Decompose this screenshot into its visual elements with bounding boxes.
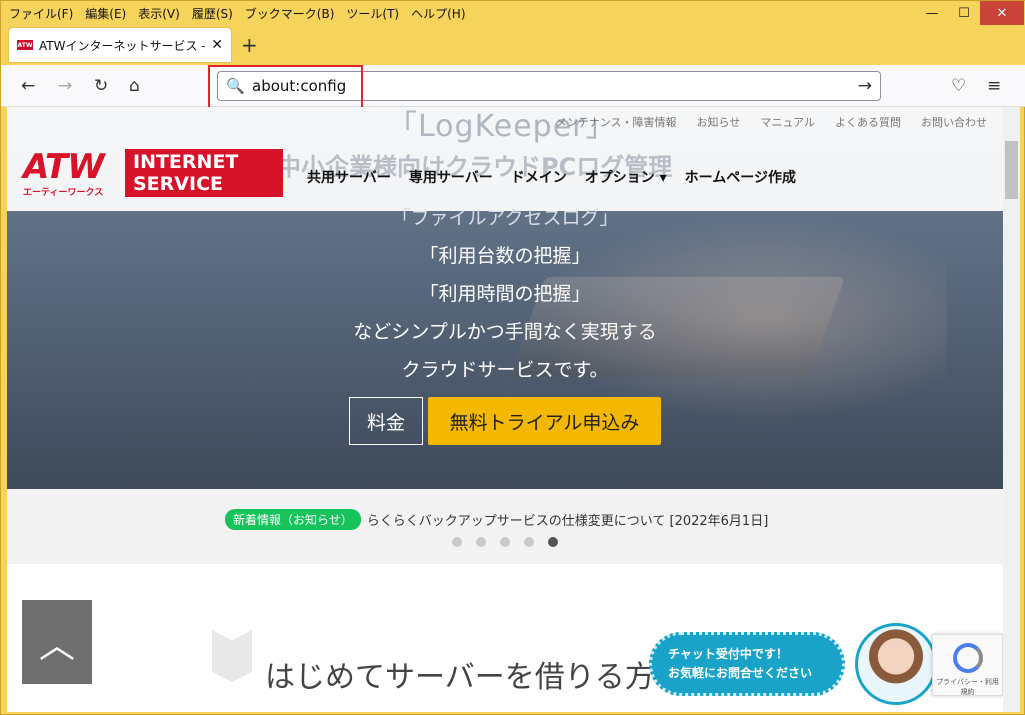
- tab-close-icon[interactable]: ✕: [211, 37, 223, 53]
- close-window-button[interactable]: ✕: [980, 1, 1024, 25]
- url-bar[interactable]: 🔍 about:config →: [217, 71, 881, 101]
- window-controls: — ☐ ✕: [916, 1, 1024, 25]
- minimize-button[interactable]: —: [916, 1, 948, 25]
- hero-line: 「利用台数の把握」: [419, 245, 591, 267]
- logo-internet-service: INTERNET SERVICE: [125, 149, 283, 197]
- browser-window: ファイル(F) 編集(E) 表示(V) 履歴(S) ブックマーク(B) ツール(…: [0, 0, 1025, 715]
- carousel-dot-active[interactable]: [548, 537, 558, 547]
- carousel-dots: [452, 537, 572, 547]
- forward-button[interactable]: →: [58, 76, 72, 96]
- hero-line: などシンプルかつ手間なく実現する: [353, 321, 657, 343]
- hero-text: 「ファイルアクセスログ」 「利用台数の把握」 「利用時間の把握」 などシンプルか…: [7, 199, 1003, 389]
- site-header: 「LogKeeper」 中小企業様向けクラウドPCログ管理 メンテナンス・障害情…: [7, 107, 1003, 211]
- main-nav: 共用サーバー 専用サーバー ドメイン オプション ▾ ホームページ作成: [307, 167, 814, 187]
- news-band: 新着情報（お知らせ） らくらくバックアップサービスの仕様変更について [2022…: [7, 489, 1003, 564]
- home-button[interactable]: ⌂: [129, 76, 140, 96]
- chat-operator-avatar[interactable]: [855, 623, 937, 705]
- new-tab-button[interactable]: +: [241, 33, 258, 57]
- beginner-mark-icon: [212, 630, 252, 682]
- news-badge: 新着情報（お知らせ）: [225, 509, 361, 530]
- nav-options[interactable]: オプション ▾: [585, 167, 667, 187]
- section-heading: はじめてサーバーを借りる方: [265, 660, 655, 695]
- hero-line: 「ファイルアクセスログ」: [391, 207, 619, 229]
- go-arrow-icon[interactable]: →: [858, 76, 872, 96]
- tab-title: ATWインターネットサービス – 会社: [39, 38, 205, 53]
- page-scrollbar[interactable]: [1003, 107, 1020, 712]
- chevron-up-icon: ︿: [38, 625, 75, 666]
- price-button[interactable]: 料金: [349, 397, 423, 445]
- hero-line: 「利用時間の把握」: [419, 283, 591, 305]
- news-link[interactable]: らくらくバックアップサービスの仕様変更について [2022年6月1日]: [367, 510, 769, 529]
- recaptcha-text: プライバシー・利用規約: [936, 678, 999, 696]
- site-favicon-icon: ATW: [17, 40, 33, 50]
- maximize-button[interactable]: ☐: [948, 1, 980, 25]
- scrollbar-thumb[interactable]: [1005, 141, 1018, 199]
- chat-line2: お気軽にお問合せください: [668, 666, 813, 680]
- menu-bookmarks[interactable]: ブックマーク(B): [245, 5, 335, 22]
- utility-links: メンテナンス・障害情報 お知らせ マニュアル よくある質問 お問い合わせ: [536, 114, 987, 130]
- chat-widget-bubble[interactable]: チャット受付中です！ お気軽にお問合せください: [649, 632, 845, 696]
- menu-help[interactable]: ヘルプ(H): [411, 5, 465, 22]
- app-menu-button[interactable]: ≡: [987, 76, 1001, 96]
- link-maintenance[interactable]: メンテナンス・障害情報: [556, 114, 677, 130]
- search-icon: 🔍: [226, 77, 245, 95]
- back-button[interactable]: ←: [21, 76, 35, 96]
- menu-history[interactable]: 履歴(S): [192, 5, 233, 22]
- nav-homepage[interactable]: ホームページ作成: [685, 167, 796, 187]
- news-row: 新着情報（お知らせ） らくらくバックアップサービスの仕様変更について [2022…: [225, 509, 768, 530]
- atw-logo[interactable]: ATW エーティーワークス INTERNET SERVICE: [23, 147, 283, 198]
- logo-atw-text: ATW: [23, 147, 105, 187]
- tab-strip: ATW ATWインターネットサービス – 会社 ✕ +: [1, 25, 1025, 65]
- recaptcha-icon: [952, 643, 983, 673]
- chat-line1: チャット受付中です！: [668, 647, 788, 661]
- nav-dedicated-server[interactable]: 専用サーバー: [409, 167, 493, 187]
- menu-edit[interactable]: 編集(E): [85, 5, 126, 22]
- lower-section: はじめてサーバーを借りる方: [7, 564, 1003, 712]
- logo-line1: INTERNET: [133, 151, 239, 173]
- menu-tools[interactable]: ツール(T): [346, 5, 399, 22]
- recaptcha-badge[interactable]: プライバシー・利用規約: [932, 634, 1003, 696]
- carousel-dot[interactable]: [524, 537, 534, 547]
- menu-bar: ファイル(F) 編集(E) 表示(V) 履歴(S) ブックマーク(B) ツール(…: [1, 1, 1025, 25]
- link-faq[interactable]: よくある質問: [835, 114, 901, 130]
- logo-atw-sub: エーティーワークス: [23, 188, 104, 198]
- nav-shared-server[interactable]: 共用サーバー: [307, 167, 391, 187]
- link-contact[interactable]: お問い合わせ: [921, 114, 987, 130]
- free-trial-button[interactable]: 無料トライアル申込み: [428, 397, 661, 445]
- carousel-dot[interactable]: [476, 537, 486, 547]
- tab-atw[interactable]: ATW ATWインターネットサービス – 会社 ✕: [9, 28, 231, 62]
- carousel-dot[interactable]: [500, 537, 510, 547]
- nav-toolbar: ← → ↻ ⌂ 🔍 about:config → ♡ ≡: [1, 65, 1025, 107]
- nav-domain[interactable]: ドメイン: [511, 167, 567, 187]
- logo-line2: SERVICE: [133, 173, 223, 195]
- hero-line: クラウドサービスです。: [401, 359, 609, 381]
- scroll-to-top-button[interactable]: ︿: [22, 600, 92, 684]
- link-manual[interactable]: マニュアル: [760, 114, 815, 130]
- hero-banner: 「LogKeeper」 中小企業様向けクラウドPCログ管理 メンテナンス・障害情…: [7, 107, 1003, 489]
- menu-view[interactable]: 表示(V): [138, 5, 180, 22]
- web-page: 「LogKeeper」 中小企業様向けクラウドPCログ管理 メンテナンス・障害情…: [7, 107, 1003, 712]
- reload-button[interactable]: ↻: [94, 76, 108, 96]
- laptop-image: [508, 277, 846, 377]
- link-news[interactable]: お知らせ: [697, 114, 741, 130]
- menu-file[interactable]: ファイル(F): [9, 5, 73, 22]
- pocket-button[interactable]: ♡: [951, 76, 966, 96]
- carousel-dot[interactable]: [452, 537, 462, 547]
- url-input[interactable]: about:config: [252, 77, 346, 95]
